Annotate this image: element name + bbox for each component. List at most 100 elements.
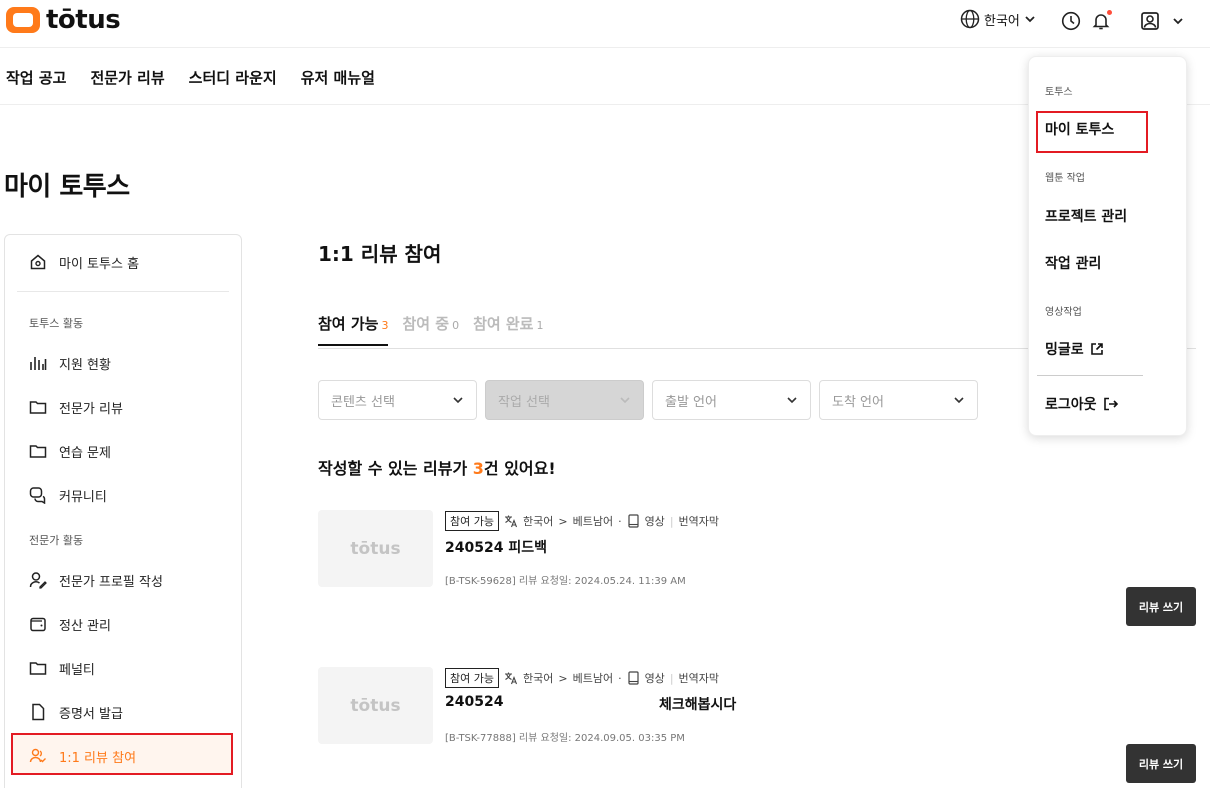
clock-icon bbox=[1061, 11, 1081, 31]
content-select[interactable]: 콘텐츠 선택 bbox=[318, 380, 477, 420]
translate-icon bbox=[504, 515, 517, 528]
sidebar-item-label: 전문가 리뷰 bbox=[59, 401, 123, 417]
status-badge: 참여 가능 bbox=[445, 668, 499, 688]
nav-user-manual[interactable]: 유저 매뉴얼 bbox=[301, 67, 375, 88]
content-type: 영상 bbox=[644, 672, 665, 685]
source-language-select[interactable]: 출발 언어 bbox=[652, 380, 811, 420]
chevron-down-icon bbox=[1173, 18, 1183, 25]
sidebar-item-label: 지원 현황 bbox=[59, 357, 111, 373]
menu-item-my-totus[interactable]: 마이 토투스 bbox=[1045, 119, 1114, 139]
write-review-button[interactable]: 리뷰 쓰기 bbox=[1126, 744, 1196, 783]
tab-label: 참여 완료 bbox=[473, 315, 534, 333]
logo-mark-icon bbox=[6, 7, 40, 33]
menu-item-label: 작업 관리 bbox=[1045, 256, 1102, 272]
top-bar: tōtus 한국어 bbox=[0, 0, 1210, 48]
users-check-icon bbox=[29, 748, 46, 763]
menu-item-minglo[interactable]: 밍글로 bbox=[1045, 339, 1104, 359]
target-language: 베트남어 bbox=[572, 672, 614, 685]
sidebar-item-home[interactable]: 마이 토투스 홈 bbox=[29, 250, 139, 274]
menu-item-project-manage[interactable]: 프로젝트 관리 bbox=[1045, 206, 1127, 226]
sidebar-item-label: 마이 토투스 홈 bbox=[59, 256, 140, 272]
select-value: 콘텐츠 선택 bbox=[331, 394, 395, 410]
chevron-down-icon bbox=[954, 397, 964, 404]
card-title-text: 240524 피드백 bbox=[445, 540, 547, 556]
user-dropdown-menu: 토투스 마이 토투스 웹툰 작업 프로젝트 관리 작업 관리 영상작업 밍글로 … bbox=[1028, 56, 1187, 436]
source-language: 한국어 bbox=[522, 672, 554, 685]
book-icon bbox=[627, 671, 639, 685]
sidebar-section-activity: 토투스 활동 bbox=[29, 317, 84, 330]
logout-icon bbox=[1103, 397, 1118, 411]
book-icon bbox=[627, 514, 639, 528]
user-menu-button[interactable] bbox=[1140, 10, 1184, 32]
sidebar-item-settlement[interactable]: 정산 관리 bbox=[29, 612, 111, 636]
menu-item-task-manage[interactable]: 작업 관리 bbox=[1045, 253, 1101, 273]
logo-text: tōtus bbox=[46, 5, 121, 35]
arrow-separator: > bbox=[558, 514, 568, 528]
folder-icon bbox=[29, 401, 47, 414]
card-title[interactable]: 240524 체크해봅시다 bbox=[445, 694, 736, 713]
nav-expert-review[interactable]: 전문가 리뷰 bbox=[90, 67, 164, 88]
tab-label: 참여 중 bbox=[402, 315, 450, 333]
sidebar-item-1on1-review[interactable]: 1:1 리뷰 참여 bbox=[29, 744, 136, 768]
count-number: 3 bbox=[472, 459, 484, 478]
arrow-separator: > bbox=[558, 671, 568, 685]
dropdown-divider bbox=[1037, 375, 1143, 376]
content-subtype: 번역자막 bbox=[678, 672, 720, 685]
write-review-button[interactable]: 리뷰 쓰기 bbox=[1126, 587, 1196, 626]
nav-study-lounge[interactable]: 스터디 라운지 bbox=[189, 67, 277, 88]
recent-history-button[interactable] bbox=[1060, 10, 1082, 32]
tab-available[interactable]: 참여 가능 3 bbox=[318, 313, 389, 346]
pipe-separator: | bbox=[669, 671, 674, 685]
review-tabs: 참여 가능 3 참여 중 0 참여 완료 1 bbox=[318, 313, 544, 346]
totus-logo[interactable]: tōtus bbox=[6, 5, 121, 35]
tab-in-progress[interactable]: 참여 중 0 bbox=[402, 313, 459, 346]
chevron-down-icon bbox=[787, 397, 797, 404]
dropdown-section-video: 영상작업 bbox=[1045, 307, 1082, 318]
sidebar-item-certificate[interactable]: 증명서 발급 bbox=[29, 700, 123, 724]
sidebar-item-label: 증명서 발급 bbox=[59, 706, 123, 722]
dot-separator: · bbox=[618, 671, 622, 685]
bar-chart-icon bbox=[30, 357, 47, 370]
sidebar-item-expert-profile[interactable]: 전문가 프로필 작성 bbox=[29, 568, 163, 592]
tab-count: 0 bbox=[452, 319, 460, 332]
tab-completed[interactable]: 참여 완료 1 bbox=[473, 313, 543, 346]
select-value: 출발 언어 bbox=[665, 394, 717, 410]
source-language: 한국어 bbox=[522, 515, 554, 528]
sidebar-item-applications[interactable]: 지원 현황 bbox=[29, 351, 111, 375]
wallet-icon bbox=[30, 617, 46, 632]
dropdown-section-totus: 토투스 bbox=[1045, 87, 1073, 98]
chevron-down-icon bbox=[620, 397, 630, 404]
sidebar-item-label: 1:1 리뷰 참여 bbox=[59, 750, 137, 766]
card-meta: 참여 가능 한국어 > 베트남어 · 영상 | 번역자막 bbox=[445, 511, 719, 531]
notification-button[interactable] bbox=[1090, 10, 1112, 32]
dot-separator: · bbox=[618, 514, 622, 528]
language-selector[interactable]: 한국어 bbox=[960, 9, 1036, 29]
sidebar-item-expert-review[interactable]: 전문가 리뷰 bbox=[29, 395, 123, 419]
dropdown-section-webtoon: 웹툰 작업 bbox=[1045, 173, 1085, 184]
sidebar-item-community[interactable]: 커뮤니티 bbox=[29, 483, 107, 507]
language-label: 한국어 bbox=[984, 13, 1020, 29]
sidebar-item-penalty[interactable]: 페널티 bbox=[29, 656, 95, 680]
card-thumbnail[interactable]: tōtus bbox=[318, 510, 433, 587]
chat-icon bbox=[29, 487, 46, 504]
chevron-down-icon bbox=[453, 397, 463, 404]
card-title-extra: 체크해봅시다 bbox=[659, 697, 737, 713]
target-language-select[interactable]: 도착 언어 bbox=[819, 380, 978, 420]
page-title: 마이 토투스 bbox=[4, 172, 130, 202]
task-select[interactable]: 작업 선택 bbox=[485, 380, 644, 420]
nav-job-posting[interactable]: 작업 공고 bbox=[6, 67, 66, 88]
sidebar-divider bbox=[17, 291, 229, 292]
notification-dot bbox=[1107, 10, 1112, 15]
sidebar-item-practice[interactable]: 연습 문제 bbox=[29, 439, 111, 463]
card-request-info: [B-TSK-59628] 리뷰 요청일: 2024.05.24. 11:39 … bbox=[445, 576, 686, 587]
content-subtype: 번역자막 bbox=[678, 515, 720, 528]
folder-icon bbox=[29, 445, 47, 458]
card-thumbnail[interactable]: tōtus bbox=[318, 667, 433, 744]
translate-icon bbox=[504, 672, 517, 685]
card-meta: 참여 가능 한국어 > 베트남어 · 영상 | 번역자막 bbox=[445, 668, 719, 688]
select-value: 도착 언어 bbox=[832, 394, 884, 410]
section-title: 1:1 리뷰 참여 bbox=[318, 242, 442, 266]
card-title[interactable]: 240524 피드백 bbox=[445, 537, 547, 557]
menu-item-logout[interactable]: 로그아웃 bbox=[1045, 394, 1119, 414]
card-request-info: [B-TSK-77888] 리뷰 요청일: 2024.09.05. 03:35 … bbox=[445, 733, 685, 744]
